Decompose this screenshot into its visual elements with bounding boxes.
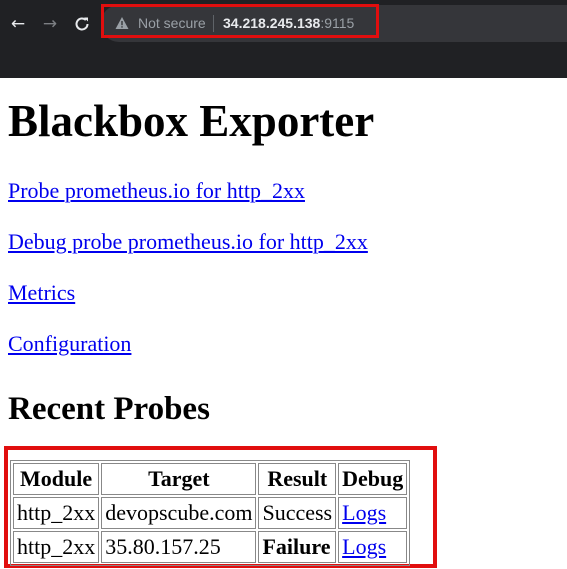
column-header-debug: Debug xyxy=(338,463,408,495)
module-cell: http_2xx xyxy=(13,531,100,563)
table-row: http_2xx devopscube.com Success Logs xyxy=(13,497,408,529)
column-header-module: Module xyxy=(13,463,100,495)
target-cell: devopscube.com xyxy=(101,497,257,529)
column-header-target: Target xyxy=(101,463,257,495)
debug-cell: Logs xyxy=(338,497,408,529)
result-cell: Success xyxy=(258,497,337,529)
metrics-link[interactable]: Metrics xyxy=(8,280,75,306)
url-highlight-box xyxy=(101,4,379,38)
forward-arrow-icon[interactable]: → xyxy=(39,13,61,35)
table-header-row: Module Target Result Debug xyxy=(13,463,408,495)
recent-probes-table: Module Target Result Debug http_2xx devo… xyxy=(10,460,411,566)
page-title: Blackbox Exporter xyxy=(8,96,375,146)
table-row: http_2xx 35.80.157.25 Failure Logs xyxy=(13,531,408,563)
probe-link[interactable]: Probe prometheus.io for http_2xx xyxy=(8,178,305,204)
module-cell: http_2xx xyxy=(13,497,100,529)
configuration-link[interactable]: Configuration xyxy=(8,331,131,357)
target-cell: 35.80.157.25 xyxy=(101,531,257,563)
debug-probe-link[interactable]: Debug probe prometheus.io for http_2xx xyxy=(8,229,368,255)
reload-icon[interactable] xyxy=(71,13,93,35)
debug-cell: Logs xyxy=(338,531,408,563)
column-header-result: Result xyxy=(258,463,337,495)
result-cell: Failure xyxy=(258,531,337,563)
logs-link[interactable]: Logs xyxy=(342,534,386,559)
back-arrow-icon[interactable]: ← xyxy=(7,13,29,35)
logs-link[interactable]: Logs xyxy=(342,500,386,525)
section-title-recent-probes: Recent Probes xyxy=(8,391,210,427)
page-content: Blackbox Exporter Probe prometheus.io fo… xyxy=(0,78,567,569)
